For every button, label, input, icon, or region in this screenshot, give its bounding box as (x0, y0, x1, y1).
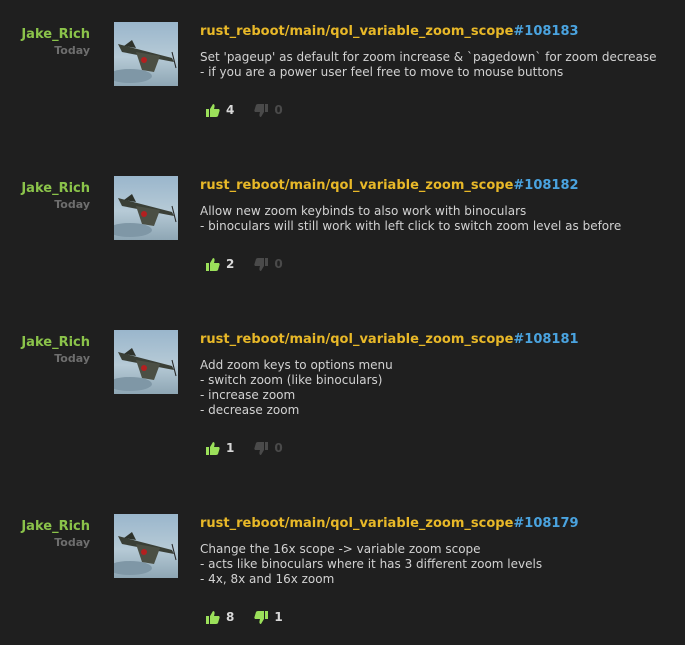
commit-date: Today (54, 536, 90, 549)
changeset-number[interactable]: #108179 (513, 516, 578, 531)
message-line: - if you are a power user feel free to m… (200, 65, 564, 79)
dislike-count: 0 (274, 441, 283, 455)
changeset-number[interactable]: #108183 (513, 24, 578, 39)
dislike-button[interactable]: 1 (254, 610, 283, 624)
commit-message: Set 'pageup' as default for zoom increas… (200, 50, 680, 80)
changeset-number[interactable]: #108181 (513, 332, 578, 347)
message-line: - increase zoom (200, 388, 296, 402)
thumbs-up-icon (206, 441, 220, 455)
dislike-count: 0 (274, 257, 283, 271)
branch-name[interactable]: rust_reboot/main/qol_variable_zoom_scope (200, 178, 513, 193)
commit-message: Add zoom keys to options menu - switch z… (200, 358, 680, 418)
commit-date: Today (54, 44, 90, 57)
commit-date: Today (54, 198, 90, 211)
author-block: Jake_Rich Today (0, 519, 90, 550)
vote-bar: 8 1 (206, 609, 303, 625)
commit-content: rust_reboot/main/qol_variable_zoom_scope… (200, 178, 680, 234)
message-line: - decrease zoom (200, 403, 300, 417)
avatar[interactable] (114, 176, 178, 240)
avatar[interactable] (114, 514, 178, 578)
dislike-button[interactable]: 0 (254, 103, 283, 117)
thumbs-down-icon (254, 610, 269, 624)
message-line: Change the 16x scope -> variable zoom sc… (200, 542, 481, 556)
message-line: - switch zoom (like binoculars) (200, 373, 383, 387)
vote-bar: 1 0 (206, 440, 303, 456)
commit-message: Change the 16x scope -> variable zoom sc… (200, 542, 680, 587)
branch-link[interactable]: rust_reboot/main/qol_variable_zoom_scope… (200, 332, 680, 348)
message-line: - acts like binoculars where it has 3 di… (200, 557, 543, 571)
message-line: Allow new zoom keybinds to also work wit… (200, 204, 527, 218)
thumbs-down-icon (254, 103, 269, 117)
thumbs-down-icon (254, 441, 269, 455)
like-count: 2 (226, 257, 235, 271)
changeset-number[interactable]: #108182 (513, 178, 578, 193)
message-line: Set 'pageup' as default for zoom increas… (200, 50, 657, 64)
vote-bar: 2 0 (206, 256, 303, 272)
vote-bar: 4 0 (206, 102, 303, 118)
thumbs-up-icon (206, 257, 220, 271)
branch-link[interactable]: rust_reboot/main/qol_variable_zoom_scope… (200, 516, 680, 532)
dislike-count: 1 (274, 610, 283, 624)
thumbs-up-icon (206, 103, 220, 117)
like-count: 4 (226, 103, 235, 117)
author-name[interactable]: Jake_Rich (0, 335, 90, 351)
thumbs-up-icon (206, 610, 220, 624)
like-count: 1 (226, 441, 235, 455)
author-name[interactable]: Jake_Rich (0, 181, 90, 197)
dislike-button[interactable]: 0 (254, 441, 283, 455)
dislike-count: 0 (274, 103, 283, 117)
author-block: Jake_Rich Today (0, 181, 90, 212)
like-button[interactable]: 2 (206, 257, 234, 271)
message-line: Add zoom keys to options menu (200, 358, 393, 372)
author-block: Jake_Rich Today (0, 335, 90, 366)
message-line: - binoculars will still work with left c… (200, 219, 622, 233)
branch-link[interactable]: rust_reboot/main/qol_variable_zoom_scope… (200, 178, 680, 194)
like-button[interactable]: 1 (206, 441, 234, 455)
airplane-avatar-icon (114, 532, 177, 575)
branch-name[interactable]: rust_reboot/main/qol_variable_zoom_scope (200, 516, 513, 531)
avatar[interactable] (114, 22, 178, 86)
avatar[interactable] (114, 330, 178, 394)
commit-content: rust_reboot/main/qol_variable_zoom_scope… (200, 332, 680, 418)
branch-link[interactable]: rust_reboot/main/qol_variable_zoom_scope… (200, 24, 680, 40)
like-count: 8 (226, 610, 235, 624)
commit-content: rust_reboot/main/qol_variable_zoom_scope… (200, 516, 680, 587)
thumbs-down-icon (254, 257, 269, 271)
commit-content: rust_reboot/main/qol_variable_zoom_scope… (200, 24, 680, 80)
like-button[interactable]: 4 (206, 103, 234, 117)
airplane-avatar-icon (114, 40, 177, 83)
message-line: - 4x, 8x and 16x zoom (200, 572, 335, 586)
like-button[interactable]: 8 (206, 610, 234, 624)
author-name[interactable]: Jake_Rich (0, 27, 90, 43)
author-block: Jake_Rich Today (0, 27, 90, 58)
commit-date: Today (54, 352, 90, 365)
commit-message: Allow new zoom keybinds to also work wit… (200, 204, 680, 234)
branch-name[interactable]: rust_reboot/main/qol_variable_zoom_scope (200, 24, 513, 39)
branch-name[interactable]: rust_reboot/main/qol_variable_zoom_scope (200, 332, 513, 347)
dislike-button[interactable]: 0 (254, 257, 283, 271)
author-name[interactable]: Jake_Rich (0, 519, 90, 535)
airplane-avatar-icon (114, 194, 177, 237)
airplane-avatar-icon (114, 348, 177, 391)
